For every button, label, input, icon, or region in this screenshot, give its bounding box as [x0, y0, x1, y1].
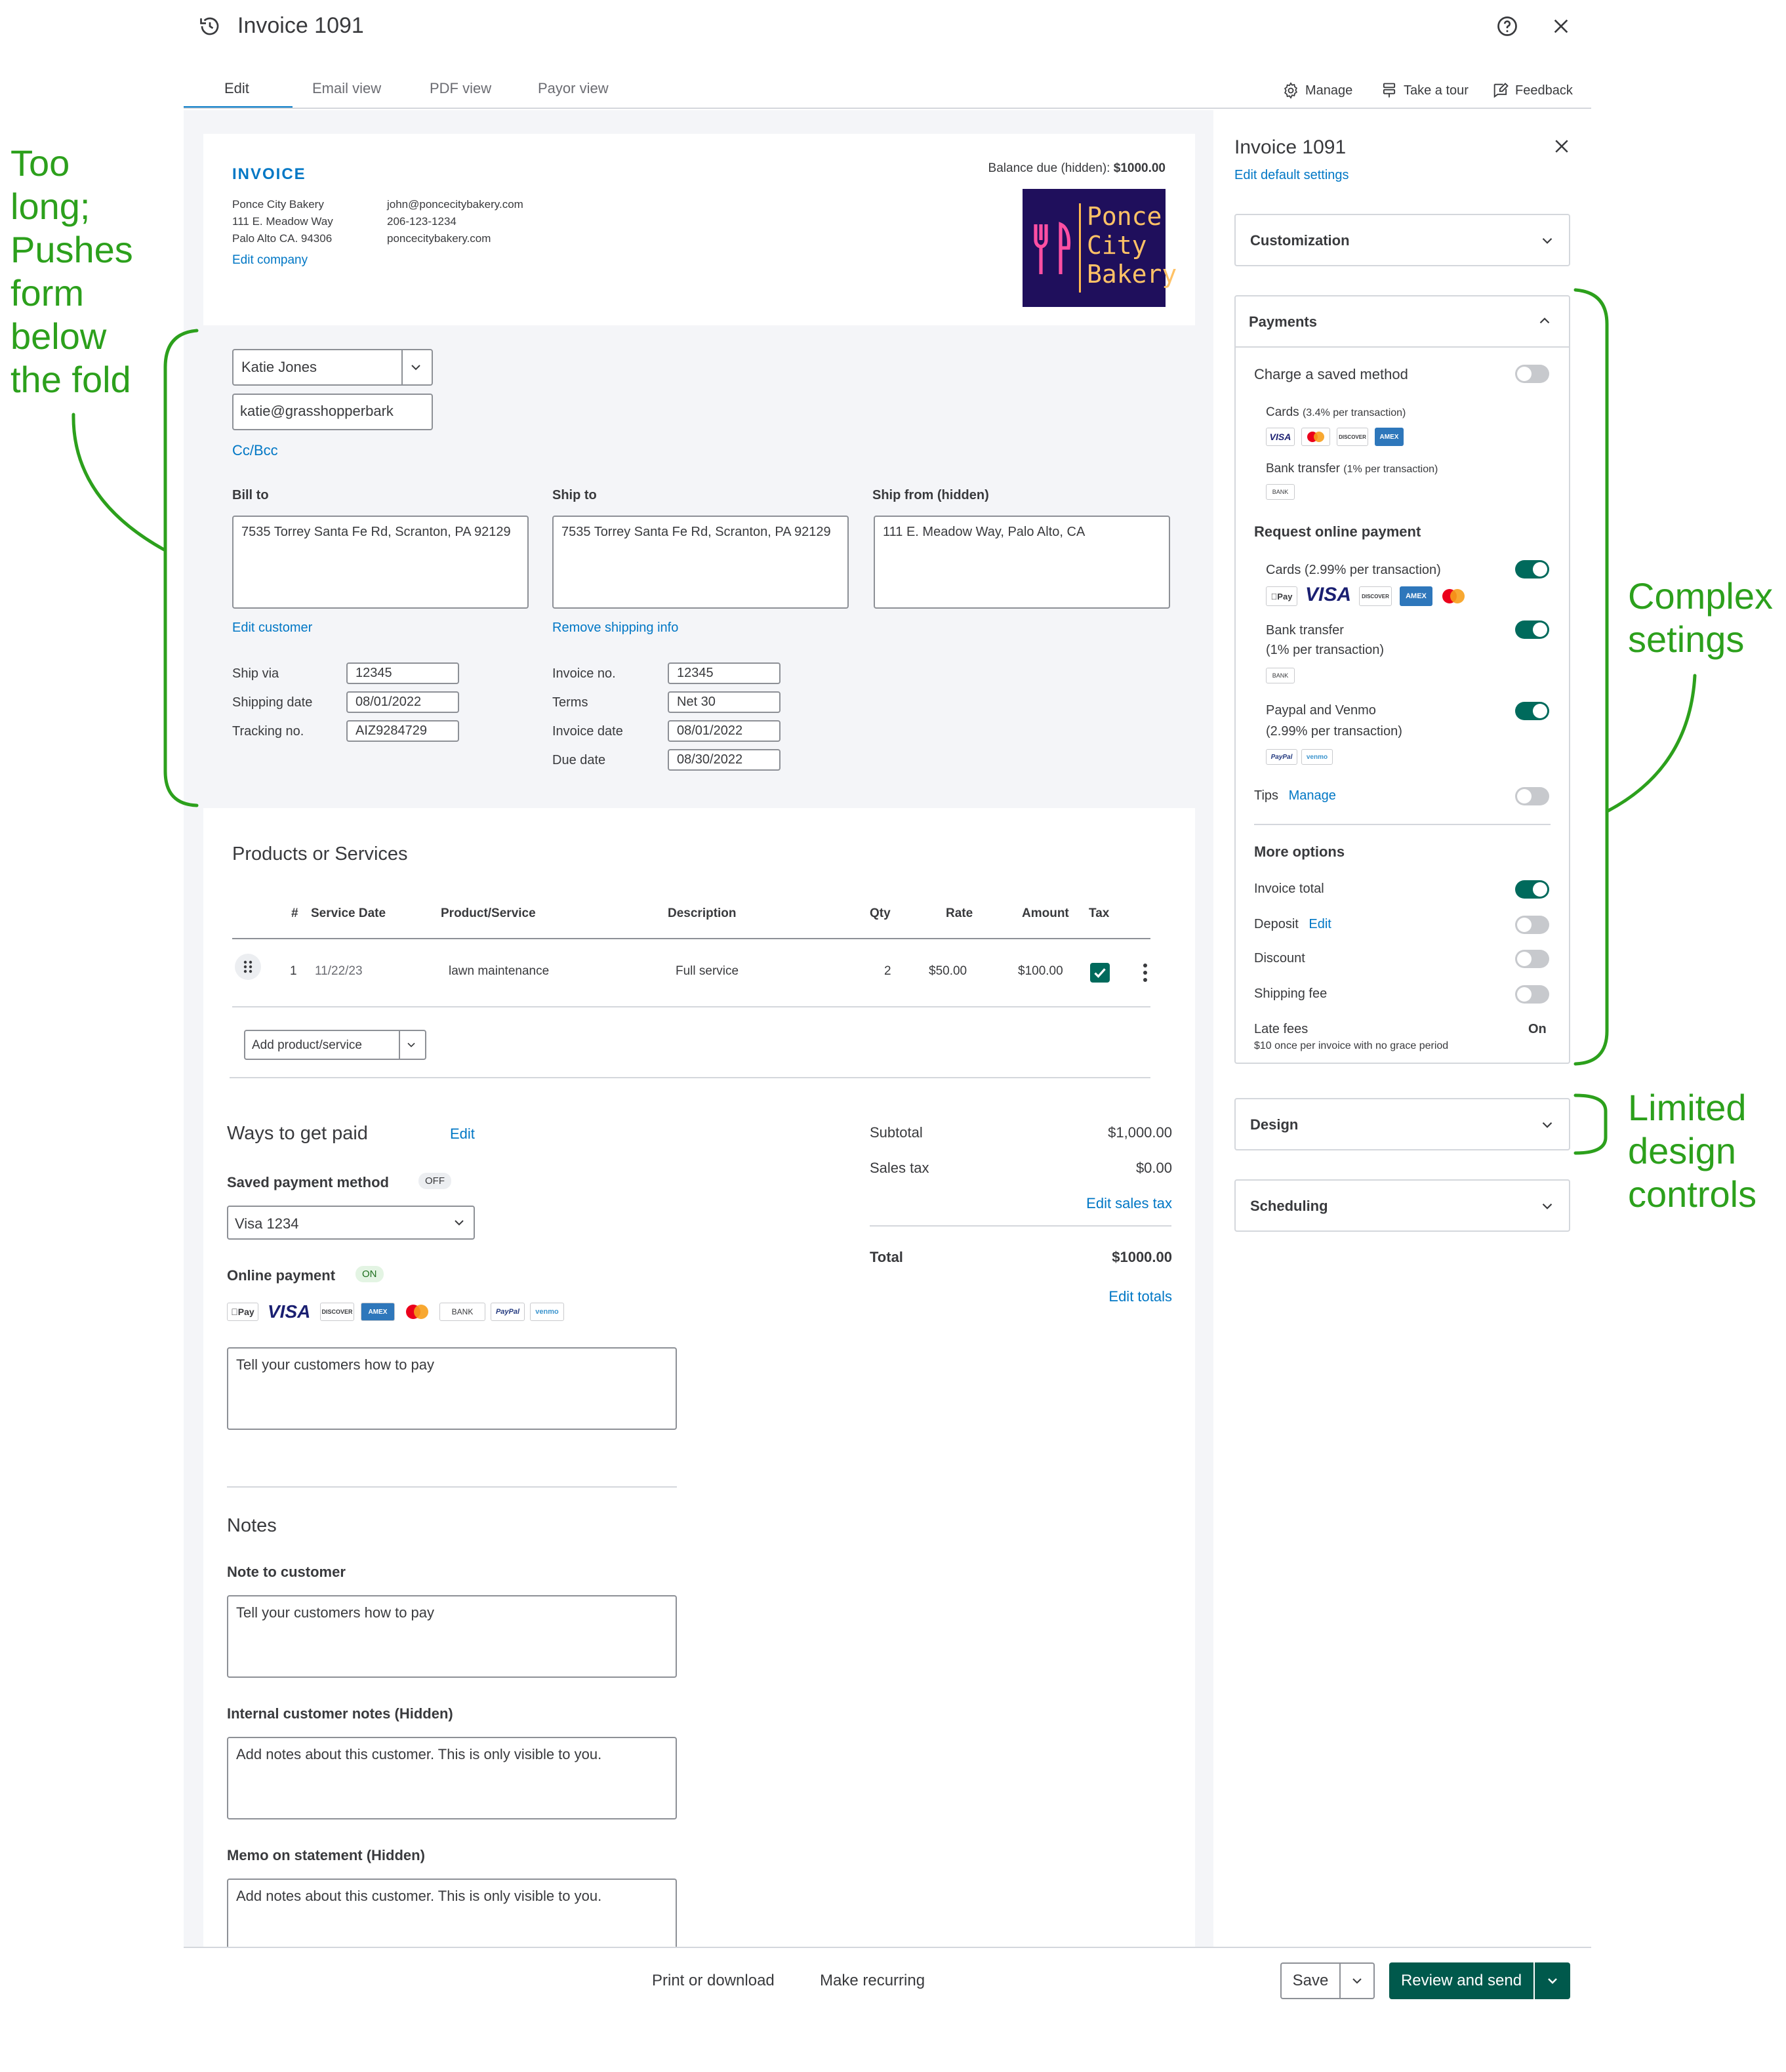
design-bracket: [1573, 1093, 1608, 1155]
payments-connector: [1606, 674, 1697, 813]
annotation-brackets: [71, 288, 1697, 1155]
payments-bracket: [1573, 288, 1609, 1066]
left-bracket: [163, 329, 199, 807]
left-connector: [71, 413, 166, 552]
